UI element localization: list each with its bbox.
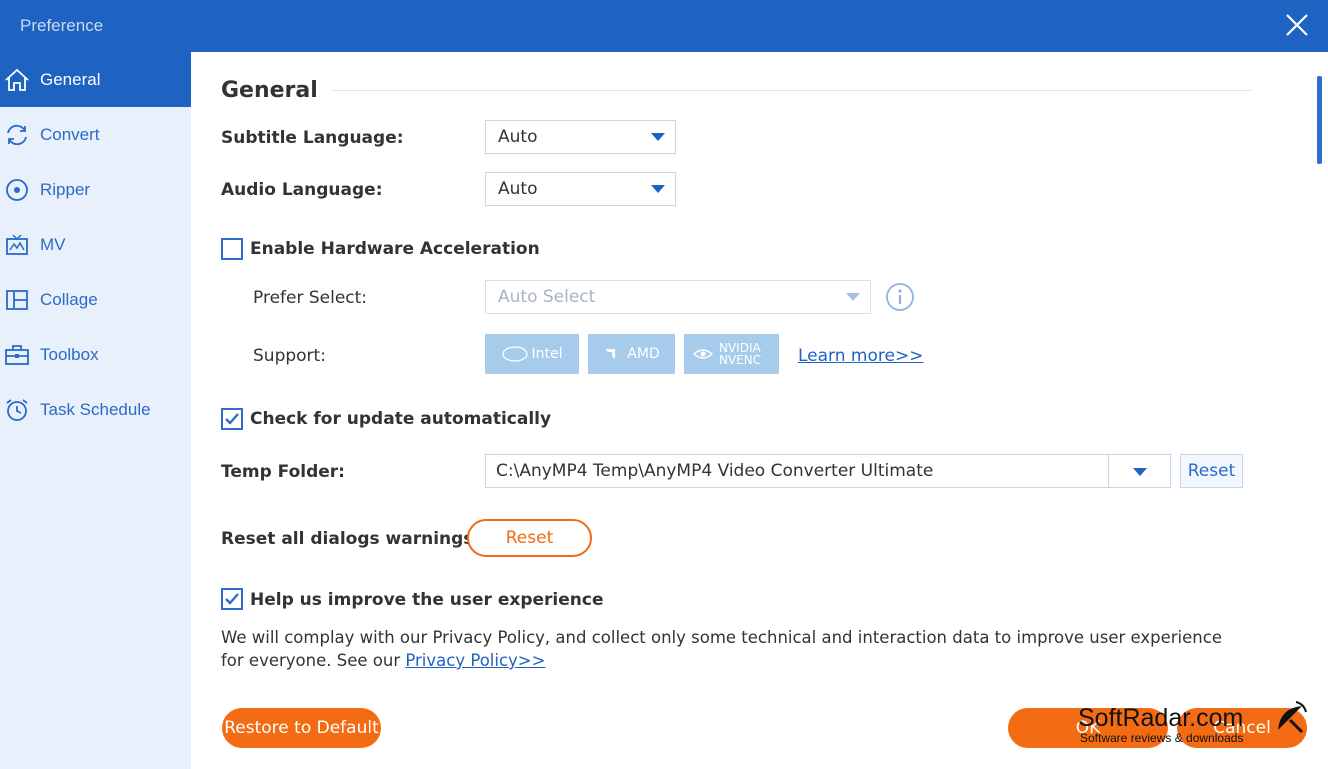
amd-badge: AMD xyxy=(588,334,675,374)
improve-experience-label: Help us improve the user experience xyxy=(250,590,604,610)
nvidia-logo-icon xyxy=(692,349,714,359)
sidebar-item-collage[interactable]: Collage xyxy=(0,272,191,327)
support-label: Support: xyxy=(253,346,326,366)
temp-folder-label: Temp Folder: xyxy=(221,462,345,482)
intel-badge-label: Intel xyxy=(531,346,563,362)
nvidia-badge: NVIDIA NVENC xyxy=(684,334,779,374)
sidebar-item-task-schedule[interactable]: Task Schedule xyxy=(0,382,191,437)
window-title: Preference xyxy=(20,16,104,35)
audio-language-value: Auto xyxy=(498,179,538,199)
sidebar-item-label: MV xyxy=(40,234,66,254)
watermark-title: SoftRadar.com xyxy=(1078,704,1244,732)
intel-badge: Intel xyxy=(485,334,579,374)
alarm-clock-icon xyxy=(4,397,30,423)
improve-experience-checkbox[interactable] xyxy=(221,588,243,610)
sidebar-item-label: Toolbox xyxy=(40,344,99,364)
tv-icon xyxy=(4,232,30,258)
temp-folder-path[interactable]: C:\AnyMP4 Temp\AnyMP4 Video Converter Ul… xyxy=(485,454,1109,488)
chevron-down-icon xyxy=(651,185,665,193)
scrollbar[interactable] xyxy=(1314,52,1328,769)
subtitle-language-label: Subtitle Language: xyxy=(221,128,404,148)
convert-icon xyxy=(4,122,30,148)
sidebar-item-label: Task Schedule xyxy=(40,399,151,419)
subtitle-language-select[interactable]: Auto xyxy=(485,120,676,154)
disc-icon xyxy=(4,177,30,203)
collage-icon xyxy=(4,287,30,313)
sidebar-item-label: Collage xyxy=(40,289,98,309)
nvidia-badge-label: NVIDIA NVENC xyxy=(719,341,762,367)
scrollbar-thumb[interactable] xyxy=(1317,76,1322,164)
section-divider xyxy=(331,90,1251,91)
learn-more-link[interactable]: Learn more>> xyxy=(798,346,923,366)
hardware-acceleration-checkbox[interactable] xyxy=(221,238,243,260)
watermark: SoftRadar.com Software reviews & downloa… xyxy=(1078,701,1318,754)
subtitle-language-value: Auto xyxy=(498,127,538,147)
satellite-dish-icon xyxy=(1278,701,1307,734)
info-icon[interactable] xyxy=(885,282,915,312)
chevron-down-icon xyxy=(846,293,860,301)
privacy-text: We will complay with our Privacy Policy,… xyxy=(221,628,1222,670)
sidebar-item-ripper[interactable]: Ripper xyxy=(0,162,191,217)
audio-language-select[interactable]: Auto xyxy=(485,172,676,206)
amd-badge-label: AMD xyxy=(627,346,660,362)
prefer-select-value: Auto Select xyxy=(498,287,596,307)
restore-default-button[interactable]: Restore to Default xyxy=(222,708,381,748)
sidebar-item-mv[interactable]: MV xyxy=(0,217,191,272)
checkmark-icon xyxy=(225,413,239,425)
sidebar-item-toolbox[interactable]: Toolbox xyxy=(0,327,191,382)
chevron-down-icon xyxy=(1133,468,1147,476)
temp-folder-dropdown[interactable] xyxy=(1109,454,1171,488)
reset-dialogs-button[interactable]: Reset xyxy=(467,519,592,557)
check-update-checkbox[interactable] xyxy=(221,408,243,430)
close-icon[interactable] xyxy=(1284,12,1310,38)
home-icon xyxy=(4,67,30,93)
sidebar-item-general[interactable]: General xyxy=(0,52,191,107)
temp-folder-reset-button[interactable]: Reset xyxy=(1180,454,1243,488)
amd-logo-icon xyxy=(605,349,616,359)
audio-language-label: Audio Language: xyxy=(221,180,383,200)
sidebar-item-convert[interactable]: Convert xyxy=(0,107,191,162)
checkmark-icon xyxy=(225,593,239,605)
prefer-select-label: Prefer Select: xyxy=(253,288,368,308)
reset-dialogs-label: Reset all dialogs warnings: xyxy=(221,529,481,549)
privacy-policy-link[interactable]: Privacy Policy>> xyxy=(405,651,545,670)
sidebar-item-label: General xyxy=(40,69,101,89)
hardware-acceleration-label: Enable Hardware Acceleration xyxy=(250,239,540,259)
settings-panel: General Subtitle Language: Auto Audio La… xyxy=(191,52,1328,769)
toolbox-icon xyxy=(4,342,30,368)
prefer-select-dropdown[interactable]: Auto Select xyxy=(485,280,871,314)
section-title: General xyxy=(221,78,318,103)
watermark-subtitle: Software reviews & downloads xyxy=(1080,731,1244,745)
intel-logo-icon xyxy=(501,346,528,362)
check-update-label: Check for update automatically xyxy=(250,409,552,429)
privacy-description: We will complay with our Privacy Policy,… xyxy=(221,626,1231,672)
title-bar: Preference xyxy=(0,0,1328,52)
sidebar: General Convert Ripper MV Collage Toolbo… xyxy=(0,52,191,769)
sidebar-item-label: Ripper xyxy=(40,179,91,199)
sidebar-item-label: Convert xyxy=(40,124,100,144)
chevron-down-icon xyxy=(651,133,665,141)
